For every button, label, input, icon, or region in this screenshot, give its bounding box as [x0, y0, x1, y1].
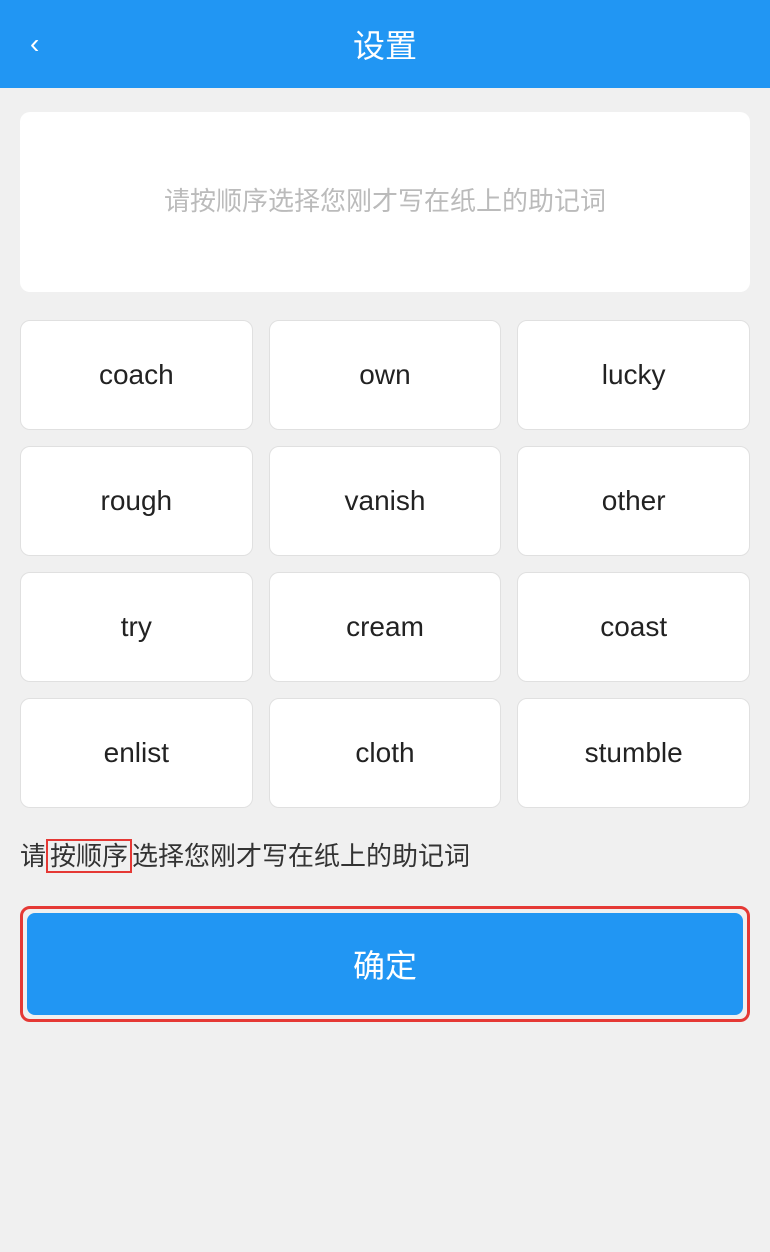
instruction-text: 请按顺序选择您刚才写在纸上的助记词: [20, 836, 750, 878]
word-button[interactable]: lucky: [517, 320, 750, 430]
header: ‹ 设置: [0, 0, 770, 88]
mnemonic-placeholder-text: 请按顺序选择您刚才写在纸上的助记词: [164, 181, 606, 223]
word-button[interactable]: rough: [20, 446, 253, 556]
mnemonic-display-area: 请按顺序选择您刚才写在纸上的助记词: [20, 112, 750, 292]
word-grid: coachownlucky roughvanishother trycreamcoa…: [20, 320, 750, 808]
back-button[interactable]: ‹: [20, 18, 49, 70]
main-content: 请按顺序选择您刚才写在纸上的助记词 coachownlucky roughvani…: [0, 88, 770, 1252]
word-button[interactable]: try: [20, 572, 253, 682]
word-button[interactable]: coast: [517, 572, 750, 682]
instruction-suffix: 选择您刚才写在纸上的助记词: [132, 841, 470, 871]
word-button[interactable]: other: [517, 446, 750, 556]
word-button[interactable]: stumble: [517, 698, 750, 808]
page-title: 设置: [353, 21, 417, 67]
word-button[interactable]: vanish: [269, 446, 502, 556]
instruction-highlight: 按顺序: [46, 839, 132, 873]
word-button[interactable]: coach: [20, 320, 253, 430]
word-button[interactable]: enlist: [20, 698, 253, 808]
instruction-prefix: 请: [20, 841, 46, 871]
confirm-button[interactable]: 确定: [27, 913, 743, 1015]
confirm-button-wrapper: 确定: [20, 906, 750, 1022]
word-button[interactable]: cloth: [269, 698, 502, 808]
word-button[interactable]: own: [269, 320, 502, 430]
word-button[interactable]: cream: [269, 572, 502, 682]
